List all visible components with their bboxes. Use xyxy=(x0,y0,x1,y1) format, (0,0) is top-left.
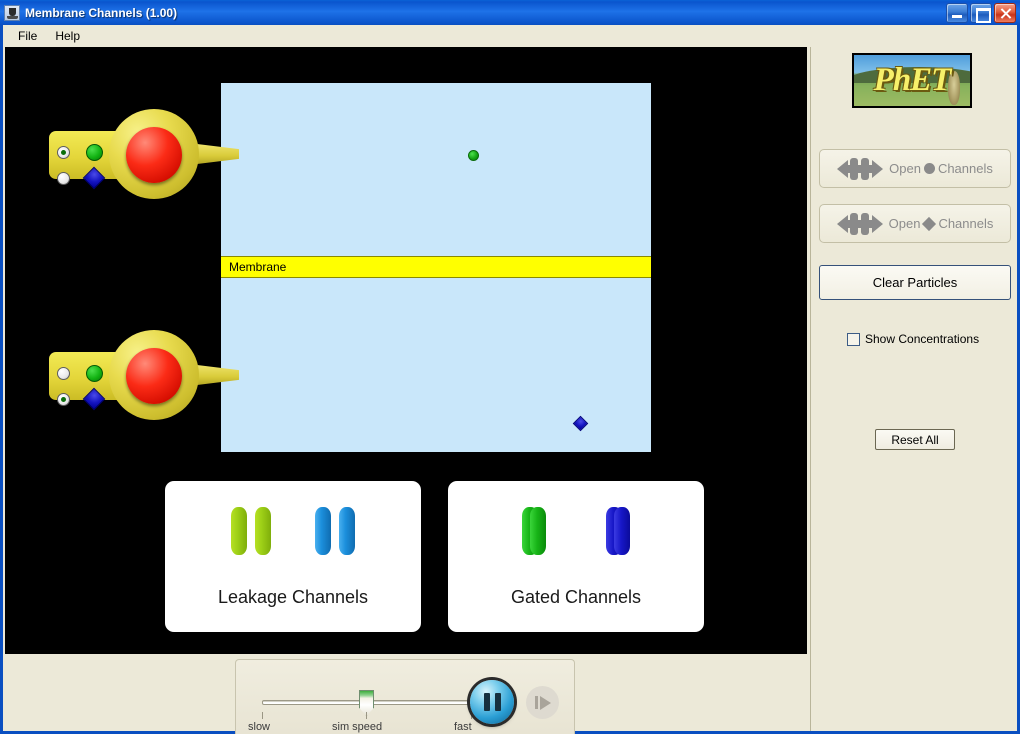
potassium-diamond-icon xyxy=(922,216,937,231)
phet-logo: PhET xyxy=(852,53,972,108)
channel-half-right xyxy=(614,507,630,555)
leakage-channels-toolbox[interactable]: Leakage Channels xyxy=(165,481,421,632)
channel-half-left xyxy=(231,507,247,555)
maximize-icon xyxy=(971,4,991,23)
clear-particles-label: Clear Particles xyxy=(872,275,958,290)
membrane-bar: Membrane xyxy=(221,256,651,278)
maximize-button[interactable] xyxy=(970,2,992,23)
phet-logo-text: PhET xyxy=(873,62,952,98)
show-concentrations-label: Show Concentrations xyxy=(865,332,980,346)
step-button[interactable] xyxy=(526,686,559,719)
gated-channel-icons xyxy=(522,507,630,555)
slider-label-fast: fast xyxy=(454,721,472,733)
open-potassium-suffix-label: Channels xyxy=(938,216,994,231)
open-sodium-prefix-label: Open xyxy=(889,161,921,176)
minimize-icon xyxy=(947,4,967,22)
radio-blue-diamond[interactable] xyxy=(57,171,70,185)
glyph-bar-left xyxy=(849,212,858,235)
green-circle-icon xyxy=(86,364,103,382)
close-icon xyxy=(995,4,1015,22)
channel-half-right xyxy=(255,507,271,555)
java-coffee-cup-icon xyxy=(4,4,20,21)
reset-all-button[interactable]: Reset All xyxy=(875,429,955,450)
menu-bar: File Help xyxy=(3,25,1017,47)
slider-tick-slow xyxy=(262,712,263,719)
leakage-channels-label: Leakage Channels xyxy=(217,587,369,607)
injector-inject-button[interactable] xyxy=(126,127,182,183)
radio-green-circle[interactable] xyxy=(57,145,70,159)
leakage-green-channel-icon[interactable] xyxy=(231,507,271,555)
window-controls xyxy=(946,2,1018,23)
open-sodium-suffix-label: Channels xyxy=(937,161,993,176)
clear-particles-button[interactable]: Clear Particles xyxy=(819,265,1011,300)
reset-all-label: Reset All xyxy=(891,432,939,447)
pause-icon-bar-right xyxy=(494,693,501,711)
glyph-bar-right xyxy=(860,212,869,235)
menu-item-help[interactable]: Help xyxy=(46,27,89,45)
title-bar: Membrane Channels (1.00) xyxy=(0,0,1020,25)
minimize-button[interactable] xyxy=(946,2,968,23)
gated-channels-toolbox[interactable]: Gated Channels xyxy=(448,481,704,632)
gated-green-channel-icon[interactable] xyxy=(522,507,546,555)
blue-diamond-icon xyxy=(82,166,106,190)
slider-tick-center xyxy=(366,712,367,719)
pause-button[interactable] xyxy=(470,680,514,724)
show-concentrations-checkbox[interactable] xyxy=(847,332,860,346)
open-channels-icon xyxy=(837,156,884,182)
particle-green-circle[interactable] xyxy=(468,150,479,161)
lower-particle-injector[interactable] xyxy=(49,330,239,420)
sodium-circle-icon xyxy=(923,163,935,174)
window-title: Membrane Channels (1.00) xyxy=(25,5,178,20)
channel-half-right xyxy=(530,507,546,555)
clock-control-panel: slow sim speed fast xyxy=(235,659,575,734)
green-circle-icon xyxy=(86,143,103,161)
slider-tick-fast xyxy=(471,712,472,719)
show-concentrations-row[interactable]: Show Concentrations xyxy=(847,332,979,346)
control-panel: PhET Open Channels Open Channels Clear P… xyxy=(810,47,1017,731)
gated-blue-channel-icon[interactable] xyxy=(606,507,630,555)
gated-channels-label: Gated Channels xyxy=(510,587,642,607)
open-channels-icon xyxy=(836,211,883,237)
arrow-right-icon xyxy=(872,159,884,178)
leakage-blue-channel-icon[interactable] xyxy=(315,507,355,555)
glyph-bar-right xyxy=(861,157,870,180)
glyph-bar-left xyxy=(850,157,859,180)
radio-blue-diamond[interactable] xyxy=(57,392,70,406)
step-icon-bar xyxy=(534,696,538,709)
upper-particle-injector[interactable] xyxy=(49,109,239,199)
radio-green-circle[interactable] xyxy=(57,366,70,380)
close-button[interactable] xyxy=(994,2,1016,23)
open-potassium-prefix-label: Open xyxy=(888,216,921,231)
step-icon-triangle xyxy=(539,695,551,710)
menu-item-file[interactable]: File xyxy=(9,27,46,45)
open-sodium-channels-button[interactable]: Open Channels xyxy=(819,149,1011,188)
slider-label-sim-speed: sim speed xyxy=(332,721,383,733)
membrane-label: Membrane xyxy=(229,260,287,274)
open-potassium-channels-button[interactable]: Open Channels xyxy=(819,204,1011,243)
channel-half-right xyxy=(339,507,355,555)
simulation-canvas[interactable]: Membrane Leakage Channels Gated Channels xyxy=(5,47,807,654)
injector-inject-button[interactable] xyxy=(126,348,182,404)
blue-diamond-icon xyxy=(82,387,106,411)
arrow-right-icon xyxy=(871,214,883,233)
application-window: Membrane Channels (1.00) File Help Membr… xyxy=(0,0,1020,734)
slider-label-slow: slow xyxy=(248,721,271,733)
pause-icon-bar-left xyxy=(483,693,490,711)
channel-half-left xyxy=(315,507,331,555)
leakage-channel-icons xyxy=(231,507,355,555)
